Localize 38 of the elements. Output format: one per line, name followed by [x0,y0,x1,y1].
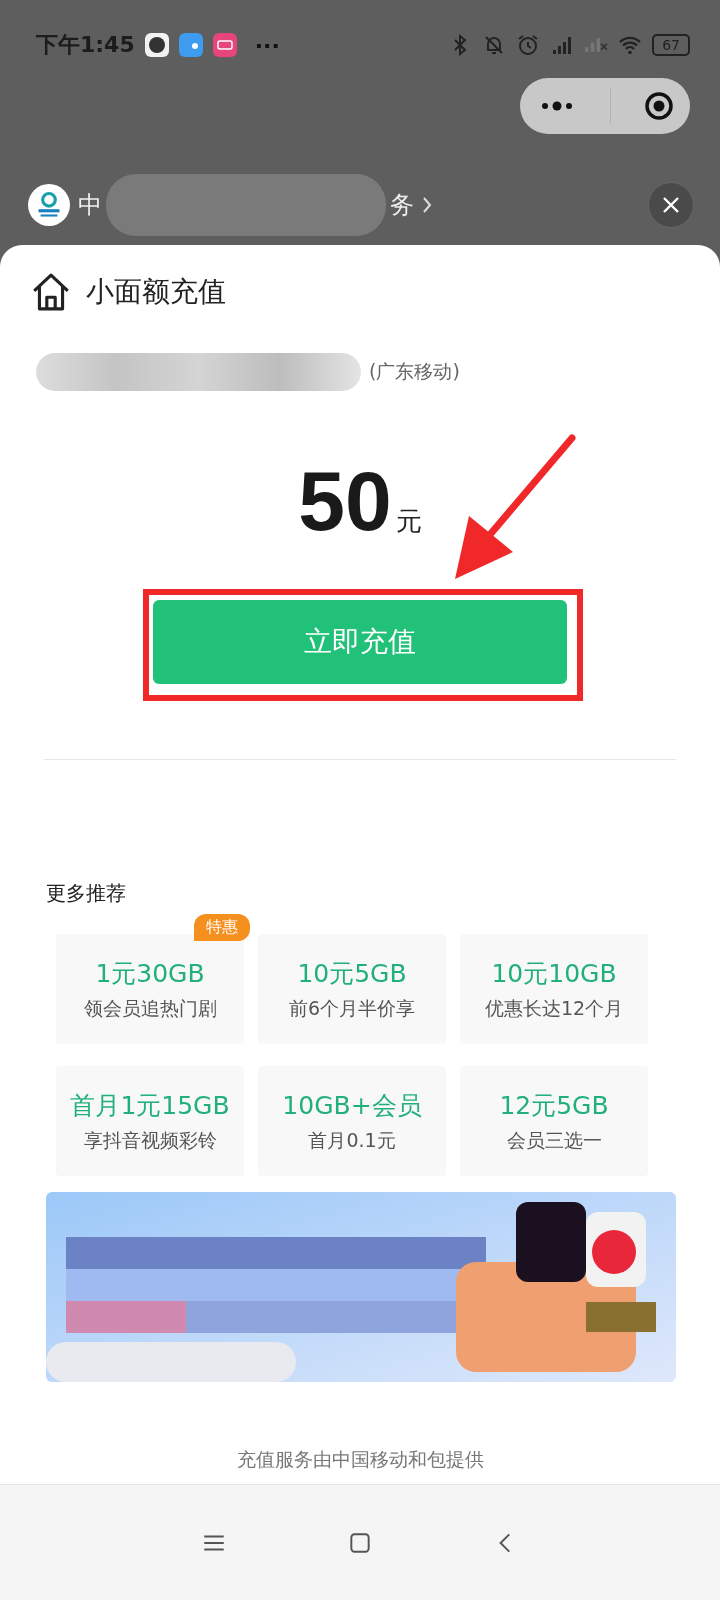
app-icon [212,33,237,57]
plan-description: 前6个月半价享 [288,995,416,1021]
chevron-right-icon[interactable] [422,196,432,214]
plan-title: 10GB+会员 [282,1089,422,1122]
mini-program-name: 中 [78,190,102,221]
plan-card[interactable]: 10元10GB 优惠长达12个月 [460,934,648,1044]
plan-description: 优惠长达12个月 [484,995,624,1021]
battery-level: 67 [652,34,690,56]
discount-badge: 特惠 [194,914,250,941]
close-icon[interactable] [661,195,681,215]
plan-description: 领会员追热门剧 [83,995,217,1021]
mini-program-name: 务 [390,190,414,221]
plan-title: 首月1元15GB [70,1089,230,1122]
plan-description: 享抖音视频彩铃 [83,1127,217,1153]
plan-card[interactable]: 10元5GB 前6个月半价享 [258,934,446,1044]
section-title: 更多推荐 [45,880,127,907]
plan-title: 10元10GB [491,957,617,990]
plan-title: 1元30GB [95,957,205,990]
plan-card[interactable]: 首月1元15GB 享抖音视频彩铃 [56,1066,244,1176]
page-title: 小面额充值 [86,274,226,310]
plan-title: 10元5GB [297,957,407,990]
plan-description: 会员三选一 [506,1127,602,1153]
logo-icon [28,184,70,226]
plan-card[interactable]: 1元30GB 领会员追热门剧 [56,934,244,1044]
clock-app-icon [144,33,169,57]
carrier-label: (广东移动) [369,359,460,384]
provider-note: 充值服务由中国移动和包提供 [235,1447,485,1472]
no-signal-icon [584,37,609,53]
plan-card[interactable]: 10GB+会员 首月0.1元 [258,1066,446,1176]
home-icon[interactable] [30,271,72,313]
plan-card[interactable]: 12元5GB 会员三选一 [460,1066,648,1176]
amount-value: 50 [298,453,392,550]
status-time: 下午1:45 [36,31,135,59]
more-notifications: ··· [254,32,280,58]
amount-unit: 元 [395,505,422,538]
plan-title: 12元5GB [499,1089,609,1122]
plan-description: 首月0.1元 [308,1127,396,1153]
app-icon [178,33,203,57]
